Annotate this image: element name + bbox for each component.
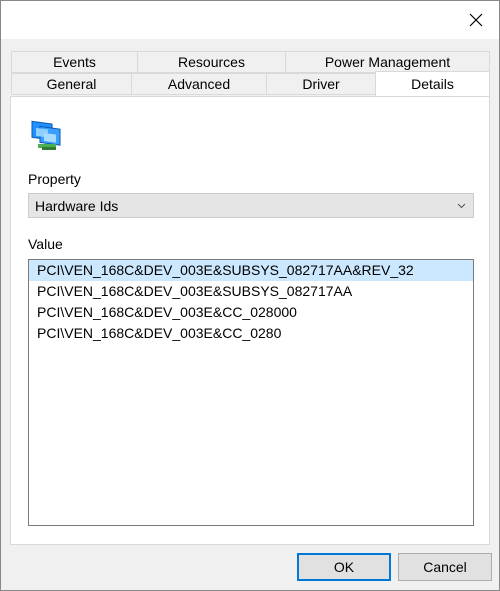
device-properties-dialog: Events Resources Power Management Genera… <box>0 0 500 591</box>
chevron-down-icon <box>457 203 466 209</box>
list-item[interactable]: PCI\VEN_168C&DEV_003E&CC_028000 <box>29 302 473 323</box>
ok-button[interactable]: OK <box>297 553 391 581</box>
tab-driver[interactable]: Driver <box>266 73 376 95</box>
cancel-button[interactable]: Cancel <box>398 553 492 581</box>
property-dropdown[interactable]: Hardware Ids <box>28 193 474 218</box>
list-item[interactable]: PCI\VEN_168C&DEV_003E&SUBSYS_082717AA&RE… <box>29 260 473 281</box>
tab-events[interactable]: Events <box>11 51 138 73</box>
value-label: Value <box>28 236 63 252</box>
list-item[interactable]: PCI\VEN_168C&DEV_003E&SUBSYS_082717AA <box>29 281 473 302</box>
tab-details[interactable]: Details <box>375 71 490 96</box>
details-panel: Property Hardware Ids Value PCI\VEN_168C… <box>10 96 490 545</box>
title-bar <box>1 1 499 39</box>
tab-general[interactable]: General <box>11 73 132 95</box>
close-button[interactable] <box>453 1 499 39</box>
tab-power-management[interactable]: Power Management <box>285 51 490 73</box>
value-listbox[interactable]: PCI\VEN_168C&DEV_003E&SUBSYS_082717AA&RE… <box>28 259 474 526</box>
tab-advanced[interactable]: Advanced <box>131 73 267 95</box>
list-item[interactable]: PCI\VEN_168C&DEV_003E&CC_0280 <box>29 323 473 344</box>
property-label: Property <box>28 171 81 187</box>
property-selected-value: Hardware Ids <box>35 197 119 214</box>
tab-resources[interactable]: Resources <box>137 51 286 73</box>
close-icon <box>469 13 483 27</box>
network-adapter-icon <box>31 120 61 150</box>
